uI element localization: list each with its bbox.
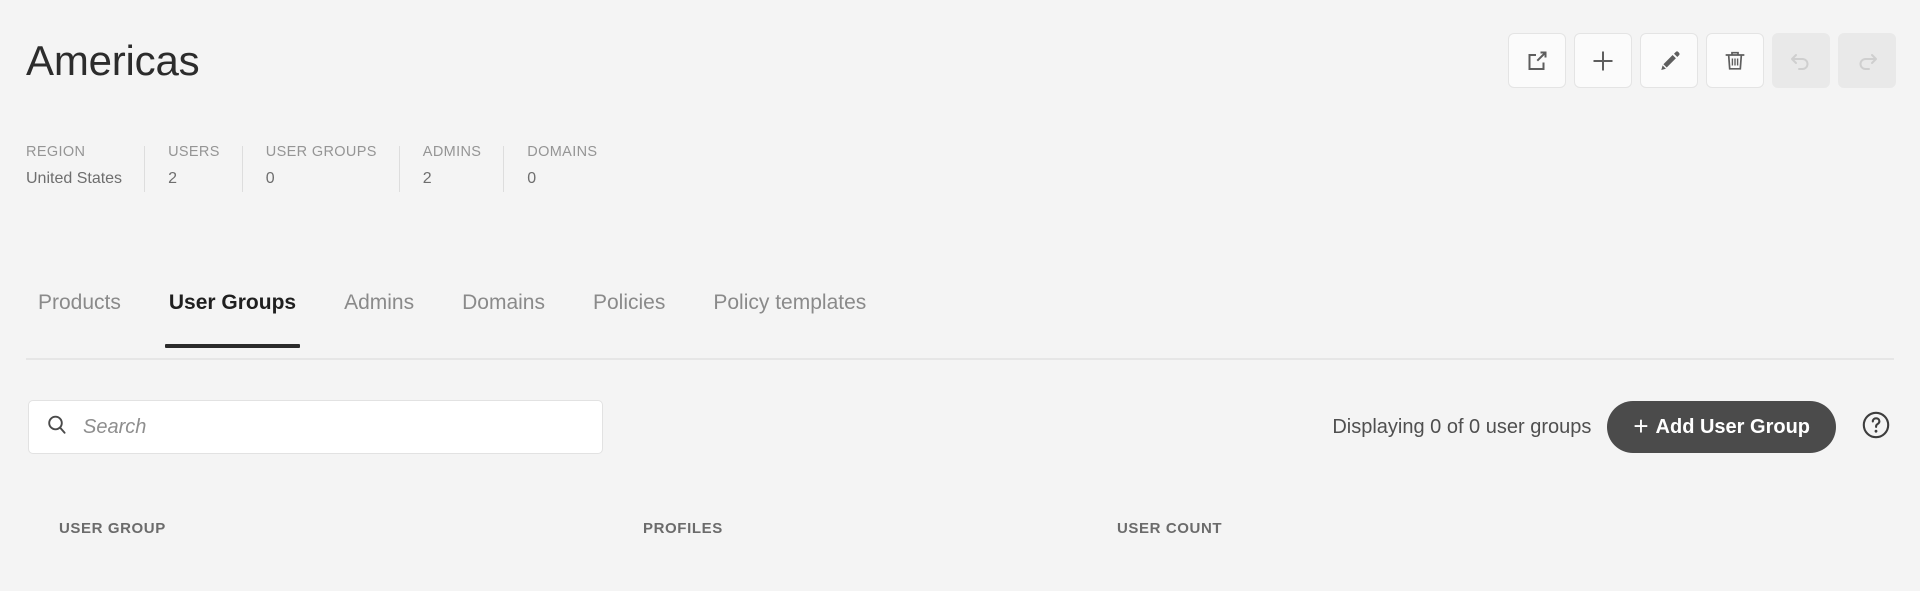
pencil-icon [1656, 48, 1682, 74]
page-title: Americas [26, 37, 200, 84]
stats-strip: REGION United States USERS 2 USER GROUPS… [26, 143, 619, 197]
add-button[interactable] [1574, 33, 1632, 88]
stat-domains: DOMAINS 0 [503, 143, 619, 192]
table-header-row: USER GROUP PROFILES USER COUNT [0, 500, 1920, 556]
stat-value: 2 [422, 170, 432, 187]
tab-user-groups[interactable]: User Groups [145, 282, 320, 348]
column-header-user-group[interactable]: USER GROUP [59, 520, 166, 537]
delete-button[interactable] [1706, 33, 1764, 88]
tab-domains[interactable]: Domains [438, 282, 569, 348]
stat-label: DOMAINS [527, 144, 598, 160]
redo-button[interactable] [1838, 33, 1896, 88]
search-box[interactable] [28, 400, 603, 454]
help-circle-icon [1858, 407, 1894, 448]
trash-icon [1722, 48, 1748, 74]
add-user-group-button[interactable]: + Add User Group [1607, 401, 1836, 453]
stat-label: ADMINS [422, 144, 482, 160]
undo-button[interactable] [1772, 33, 1830, 88]
stat-value: 0 [265, 170, 275, 187]
export-icon [1524, 48, 1550, 74]
stat-user-groups: USER GROUPS 0 [241, 143, 399, 192]
tab-bar: Products User Groups Admins Domains Poli… [0, 282, 1920, 362]
stat-value: 2 [168, 170, 177, 187]
search-icon [45, 413, 69, 442]
plus-icon: + [1633, 411, 1649, 441]
stat-label: USERS [168, 144, 220, 160]
stat-users: USERS 2 [144, 143, 242, 192]
redo-icon [1854, 48, 1880, 74]
user-groups-table: USER GROUP PROFILES USER COUNT [0, 500, 1920, 591]
column-header-user-count[interactable]: USER COUNT [1117, 520, 1222, 537]
help-button[interactable] [1856, 407, 1896, 447]
controls-row: Displaying 0 of 0 user groups + Add User… [0, 394, 1920, 464]
stat-label: USER GROUPS [265, 144, 377, 160]
tab-admins[interactable]: Admins [320, 282, 438, 348]
stat-value: United States [26, 170, 123, 187]
stat-label: REGION [26, 144, 86, 160]
tab-divider [26, 358, 1894, 360]
stat-admins: ADMINS 2 [398, 143, 504, 192]
export-button[interactable] [1508, 33, 1566, 88]
page-header: Americas [0, 0, 1920, 125]
table-body [0, 556, 1920, 591]
edit-button[interactable] [1640, 33, 1698, 88]
displaying-count: Displaying 0 of 0 user groups [1332, 415, 1592, 438]
stat-region: REGION United States [26, 143, 144, 188]
plus-icon [1590, 48, 1616, 74]
column-header-profiles[interactable]: PROFILES [643, 520, 723, 537]
tab-products[interactable]: Products [26, 282, 145, 348]
search-input[interactable] [83, 415, 586, 439]
add-user-group-label: Add User Group [1655, 415, 1810, 438]
undo-icon [1788, 48, 1814, 74]
header-toolbar [1508, 33, 1896, 88]
tab-policy-templates[interactable]: Policy templates [689, 282, 890, 348]
stat-value: 0 [527, 170, 537, 187]
tab-policies[interactable]: Policies [569, 282, 689, 348]
